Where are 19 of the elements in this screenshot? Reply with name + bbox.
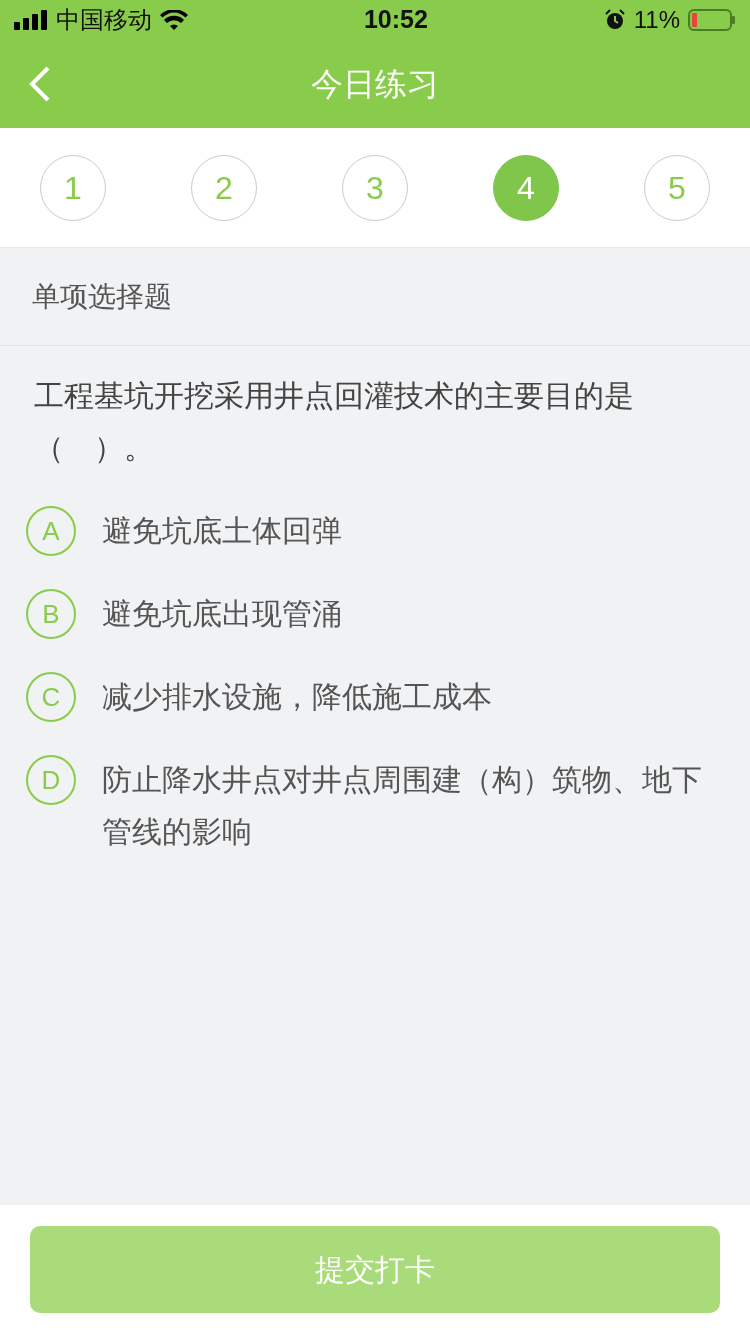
alarm-clock-icon [603, 9, 626, 31]
carrier-name: 中国移动 [56, 5, 152, 35]
question-number-tab[interactable]: 3 [342, 154, 408, 221]
battery-percent: 11% [633, 5, 680, 35]
question-number-tab[interactable]: 5 [644, 154, 710, 221]
answer-option[interactable]: D 防止降水井点对井点周围建（构）筑物、地下管线的影响 [0, 755, 750, 858]
question-number-tab[interactable]: 4 [493, 154, 559, 221]
signal-icon [14, 10, 48, 30]
answer-option[interactable]: C 减少排水设施，降低施工成本 [0, 672, 750, 723]
question-type: 单项选择题 [0, 248, 750, 346]
answer-option[interactable]: A 避免坑底土体回弹 [0, 506, 750, 557]
page-title: 今日练习 [311, 65, 439, 104]
question-number-tab[interactable]: 2 [191, 154, 257, 221]
question-number-tab[interactable]: 1 [40, 154, 106, 221]
battery-icon [688, 9, 736, 31]
wifi-icon [160, 10, 188, 30]
answer-option[interactable]: B 避免坑底出现管涌 [0, 589, 750, 640]
status-time: 10:52 [363, 4, 428, 36]
question-text: 工程基坑开挖采用井点回灌技术的主要目的是（ ）。 [33, 378, 635, 466]
